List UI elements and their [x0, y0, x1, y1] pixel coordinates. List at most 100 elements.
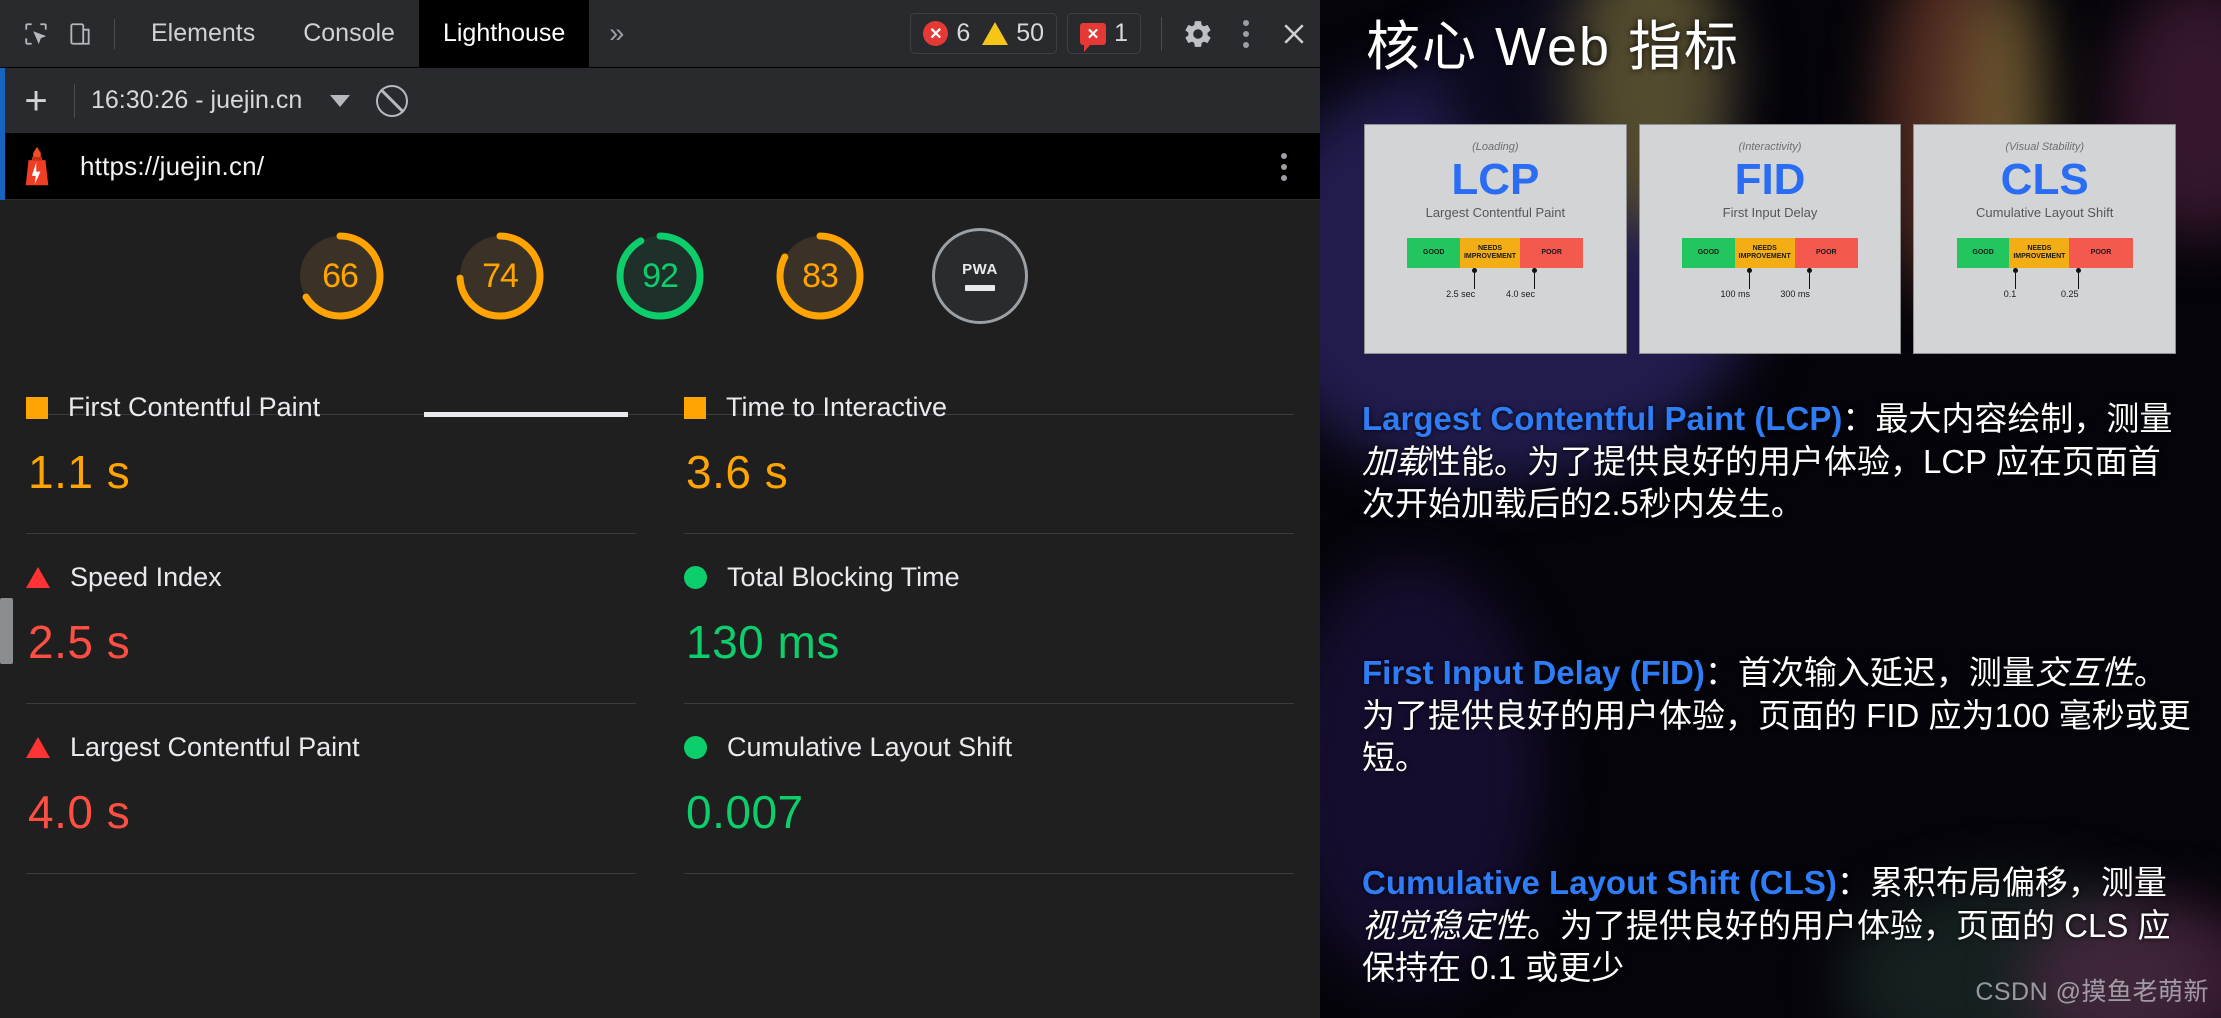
issue-icon: ✕	[1080, 22, 1107, 52]
metric-first-contentful-paint[interactable]: First Contentful Paint 1.1 s	[26, 364, 636, 534]
card-abbreviation: FID	[1734, 155, 1806, 204]
bar-needs-improvement-segment: NEEDS IMPROVEMENT	[2009, 238, 2070, 269]
core-web-vitals-cards: (Loading) LCP Largest Contentful Paint G…	[1364, 124, 2177, 354]
paragraph-emphasis: 交互性	[2034, 654, 2134, 691]
card-abbreviation: CLS	[2000, 155, 2089, 204]
lighthouse-report: 66 74 92 83 PWA First Contentful Paint 1…	[0, 200, 1320, 1018]
device-toolbar-icon[interactable]	[58, 12, 102, 56]
card-abbreviation: LCP	[1451, 155, 1540, 204]
gauge-pwa[interactable]: PWA	[932, 228, 1028, 324]
metric-speed-index[interactable]: Speed Index 2.5 s	[26, 534, 636, 704]
metric-header: Largest Contentful Paint	[26, 732, 636, 763]
new-report-button[interactable]: +	[14, 79, 58, 123]
report-selector-label[interactable]: 16:30:26 - juejin.cn	[91, 86, 302, 115]
metric-total-blocking-time[interactable]: Total Blocking Time 130 ms	[684, 534, 1294, 704]
chevron-down-icon[interactable]	[330, 94, 351, 107]
console-counters[interactable]: ✕ 6 50	[910, 13, 1058, 54]
issue-count: 1	[1114, 19, 1128, 47]
card-full-name: Cumulative Layout Shift	[1976, 205, 2114, 221]
bar-needs-improvement-segment: NEEDS IMPROVEMENT	[1734, 238, 1795, 269]
warning-count: 50	[1016, 19, 1045, 47]
error-icon: ✕	[923, 21, 949, 46]
more-tabs-icon[interactable]: »	[589, 0, 644, 68]
report-url: https://juejin.cn/	[80, 151, 265, 181]
bar-needs-improvement-segment: NEEDS IMPROVEMENT	[1460, 238, 1520, 269]
paragraph-emphasis: 加载	[1362, 442, 1428, 480]
metric-value: 2.5 s	[28, 616, 131, 668]
card-category: (Loading)	[1472, 141, 1519, 153]
csdn-watermark: CSDN @摸鱼老萌新	[1975, 978, 2209, 1006]
devtools-tabbar: Elements Console Lighthouse » ✕ 6 50 ✕ 1	[0, 0, 1320, 68]
presentation-slide: 核心 Web 指标 (Loading) LCP Largest Contentf…	[1320, 0, 2221, 1018]
slide-title: 核心 Web 指标	[1366, 17, 1741, 77]
threshold-tick-1: 100 ms	[1721, 268, 1765, 299]
metric-header: Cumulative Layout Shift	[684, 732, 1294, 763]
threshold-bar: GOOD NEEDS IMPROVEMENT POOR	[1682, 238, 1858, 269]
card-fid: (Interactivity) FID First Input Delay GO…	[1638, 124, 1902, 354]
error-counter[interactable]: ✕ 6	[923, 19, 970, 48]
threshold-ticks: 2.5 sec 4.0 sec	[1407, 268, 1583, 302]
toolbar-divider	[114, 18, 115, 49]
lighthouse-logo-icon	[14, 144, 60, 190]
gauge-score: 83	[802, 256, 839, 295]
report-options-icon[interactable]	[1262, 145, 1306, 189]
card-lcp: (Loading) LCP Largest Contentful Paint G…	[1364, 124, 1627, 354]
card-full-name: First Input Delay	[1722, 205, 1818, 221]
category-score-gauges: 66 74 92 83 PWA	[0, 200, 1320, 342]
clear-all-icon[interactable]	[376, 84, 409, 117]
threshold-bar: GOOD NEEDS IMPROVEMENT POOR	[1956, 238, 2133, 269]
threshold-bar-wrapper: GOOD NEEDS IMPROVEMENT POOR 100 ms 300 m…	[1682, 238, 1858, 302]
gauge-score: 74	[482, 256, 519, 295]
settings-button[interactable]	[1172, 8, 1224, 60]
gauge-accessibility[interactable]: 74	[452, 228, 548, 324]
inspect-element-icon[interactable]	[14, 12, 58, 56]
bar-good-segment: GOOD	[1682, 238, 1735, 269]
metric-triangle-icon	[26, 737, 50, 758]
card-category: (Interactivity)	[1738, 141, 1802, 153]
metric-label: Time to Interactive	[726, 392, 948, 422]
metric-value: 4.0 s	[28, 786, 131, 838]
gauge-seo[interactable]: 83	[772, 228, 868, 324]
card-full-name: Largest Contentful Paint	[1425, 205, 1566, 221]
metric-value: 0.007	[686, 786, 804, 838]
threshold-label: 300 ms	[1780, 289, 1810, 300]
tab-elements[interactable]: Elements	[127, 0, 279, 68]
warning-counter[interactable]: 50	[982, 19, 1044, 48]
tab-lighthouse[interactable]: Lighthouse	[418, 0, 590, 68]
gauge-score: 92	[642, 256, 679, 295]
card-category: (Visual Stability)	[2005, 141, 2085, 153]
metric-circle-icon	[684, 736, 707, 759]
error-count: 6	[956, 19, 971, 47]
metric-triangle-icon	[26, 567, 50, 588]
toolbar-divider-right	[1161, 16, 1162, 51]
metric-header: First Contentful Paint	[26, 392, 636, 423]
paragraph-part1: ：最大内容绘制，测量	[1842, 400, 2173, 437]
issue-badge[interactable]: ✕ 1	[1080, 19, 1128, 52]
tab-console[interactable]: Console	[279, 0, 419, 68]
threshold-bar-wrapper: GOOD NEEDS IMPROVEMENT POOR 2.5 sec 4.0 …	[1407, 238, 1584, 302]
metric-time-to-interactive[interactable]: Time to Interactive 3.6 s	[684, 364, 1294, 534]
metric-label: First Contentful Paint	[68, 392, 321, 422]
metric-cumulative-layout-shift[interactable]: Cumulative Layout Shift 0.007	[684, 704, 1294, 874]
gauge-best-practices[interactable]: 92	[612, 228, 708, 324]
threshold-tick-1: 0.1	[2004, 268, 2022, 299]
bar-poor-segment: POOR	[2069, 238, 2133, 269]
bar-poor-segment: POOR	[1519, 238, 1584, 269]
threshold-tick-1: 2.5 sec	[1446, 268, 1490, 299]
bar-good-segment: GOOD	[1407, 238, 1461, 269]
metric-square-icon	[684, 396, 706, 419]
metric-header: Total Blocking Time	[684, 562, 1294, 593]
issues-counter[interactable]: ✕ 1	[1067, 13, 1141, 54]
threshold-ticks: 100 ms 300 ms	[1682, 268, 1858, 302]
metric-value: 130 ms	[686, 616, 840, 668]
devtools-menu-icon[interactable]	[1224, 12, 1268, 56]
bar-good-segment: GOOD	[1956, 238, 2010, 269]
devtools-panel: Elements Console Lighthouse » ✕ 6 50 ✕ 1	[0, 0, 1320, 1018]
pwa-dash-icon	[965, 285, 995, 291]
pwa-label: PWA	[962, 261, 998, 278]
gauge-performance[interactable]: 66	[292, 228, 388, 324]
metric-largest-contentful-paint[interactable]: Largest Contentful Paint 4.0 s	[26, 704, 636, 874]
close-devtools-icon[interactable]	[1268, 8, 1320, 60]
warning-icon	[982, 22, 1009, 45]
paragraph-cls: Cumulative Layout Shift (CLS)：累积布局偏移，测量 …	[1362, 862, 2192, 990]
